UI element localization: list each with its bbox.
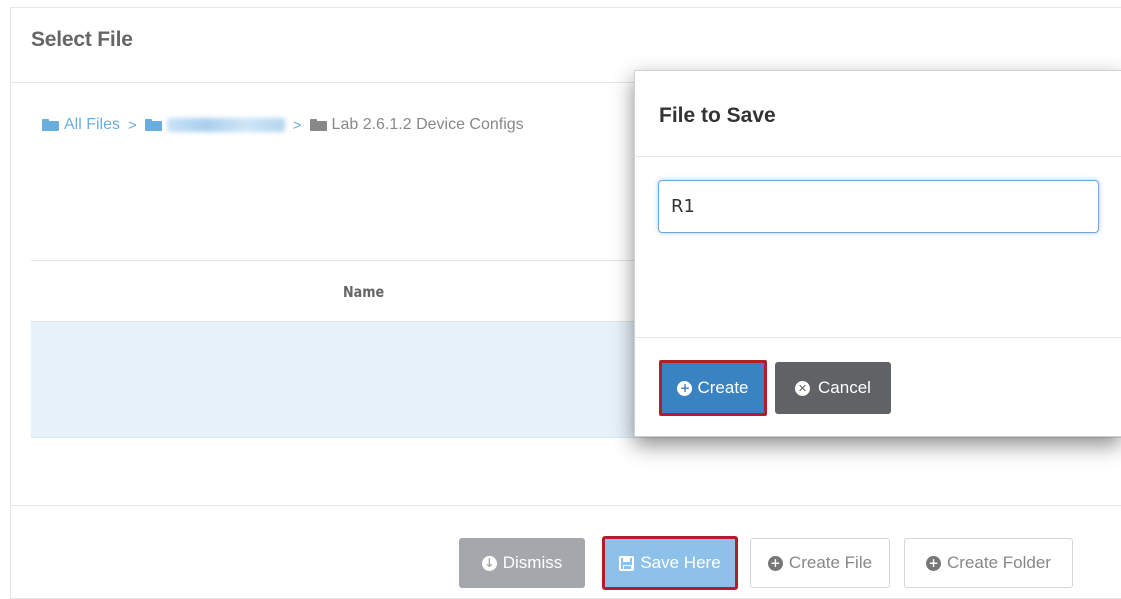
floppy-disk-icon bbox=[619, 555, 635, 571]
modal-header: File to Save bbox=[635, 71, 1121, 157]
cancel-button[interactable]: ✕ Cancel bbox=[775, 362, 891, 414]
plus-circle-icon: + bbox=[677, 380, 693, 396]
breadcrumb-separator: > bbox=[292, 116, 302, 134]
panel-title: Select File bbox=[31, 28, 133, 51]
filename-input[interactable] bbox=[658, 180, 1099, 233]
breadcrumb-user-folder[interactable] bbox=[144, 118, 285, 132]
cancel-label: Cancel bbox=[818, 378, 871, 397]
modal-body bbox=[635, 157, 1121, 338]
redacted-folder-name bbox=[166, 118, 285, 132]
save-here-label: Save Here bbox=[640, 553, 721, 572]
breadcrumb-root-label: All Files bbox=[64, 116, 121, 133]
create-folder-label: Create Folder bbox=[947, 553, 1051, 572]
folder-icon bbox=[309, 119, 327, 131]
dismiss-label: Dismiss bbox=[502, 553, 563, 572]
create-file-label: Create File bbox=[788, 553, 873, 572]
breadcrumb-current-label: Lab 2.6.1.2 Device Configs bbox=[331, 116, 524, 133]
breadcrumb-all-files[interactable]: All Files bbox=[42, 116, 120, 134]
close-circle-icon: ✕ bbox=[795, 380, 811, 396]
create-folder-button[interactable]: + Create Folder bbox=[904, 538, 1073, 588]
save-here-button[interactable]: Save Here bbox=[602, 536, 738, 590]
folder-icon bbox=[144, 119, 162, 131]
create-button[interactable]: + Create bbox=[659, 360, 767, 416]
plus-circle-icon: + bbox=[926, 555, 942, 571]
modal-footer: + Create ✕ Cancel bbox=[635, 338, 1121, 437]
panel-footer: ↓ Dismiss Save Here + Create File + Crea… bbox=[11, 505, 1121, 599]
arrow-down-circle-icon: ↓ bbox=[481, 555, 497, 571]
folder-icon bbox=[42, 119, 59, 131]
create-file-button[interactable]: + Create File bbox=[750, 538, 890, 588]
column-header-name[interactable]: Name bbox=[343, 283, 384, 301]
breadcrumb: All Files > > Lab 2.6.1.2 Device Configs bbox=[42, 116, 524, 134]
plus-circle-icon: + bbox=[767, 555, 783, 571]
breadcrumb-current-folder: Lab 2.6.1.2 Device Configs bbox=[309, 116, 524, 134]
create-label: Create bbox=[697, 378, 749, 397]
file-to-save-modal: File to Save + Create ✕ Cancel bbox=[634, 70, 1121, 437]
breadcrumb-separator: > bbox=[128, 116, 137, 134]
modal-title: File to Save bbox=[659, 104, 776, 127]
dismiss-button[interactable]: ↓ Dismiss bbox=[459, 538, 585, 588]
